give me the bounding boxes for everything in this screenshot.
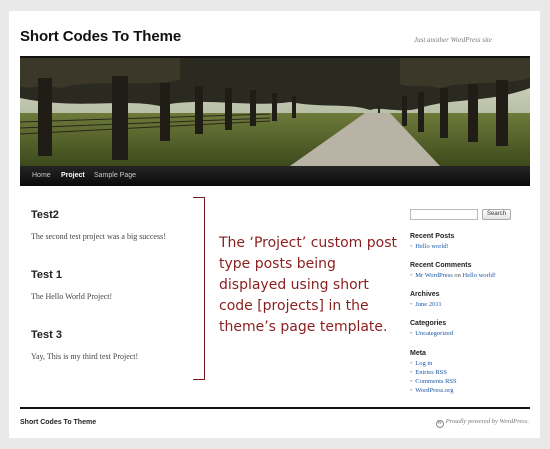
nav-item-project[interactable]: Project: [61, 172, 85, 179]
widget-title-meta: Meta: [410, 350, 426, 357]
comment-post-link[interactable]: Hello world!: [463, 272, 496, 279]
callout-bracket: [193, 197, 205, 380]
meta-link-comments-rss[interactable]: Comments RSS: [415, 378, 456, 385]
post-body: The Hello World Project!: [31, 292, 113, 301]
comment-on-label: on: [454, 272, 461, 279]
category-link[interactable]: Uncategorized: [415, 330, 453, 337]
recent-post-item: • Hello world!: [410, 243, 449, 250]
post-test3: Test 3 Yay, This is my third test Projec…: [31, 329, 138, 361]
footer-site-title[interactable]: Short Codes To Theme: [20, 419, 96, 426]
site-tagline: Just another WordPress site: [414, 36, 492, 44]
meta-item: • Entries RSS: [410, 369, 447, 376]
callout-annotation: The ‘Project’ custom post type posts bei…: [219, 235, 397, 335]
widget-title-recent-posts: Recent Posts: [410, 233, 455, 240]
post-title[interactable]: Test2: [31, 209, 59, 221]
category-item: • Uncategorized: [410, 330, 454, 337]
post-test1: Test 1 The Hello World Project!: [31, 269, 112, 301]
recent-comment-item: • Mr WordPress on Hello world!: [410, 272, 496, 279]
widget-title-categories: Categories: [410, 320, 447, 327]
footer-rule: [20, 407, 530, 409]
post-body: The second test project was a big succes…: [31, 232, 166, 241]
widget-title-recent-comments: Recent Comments: [410, 262, 472, 269]
search-button[interactable]: Search: [482, 209, 511, 220]
footer-credit-link[interactable]: Proudly powered by WordPress.: [446, 418, 529, 425]
search-input[interactable]: [410, 209, 478, 220]
page: Short Codes To Theme Just another WordPr…: [9, 11, 540, 438]
meta-item: • WordPress.org: [410, 387, 454, 394]
meta-link-wordpress-org[interactable]: WordPress.org: [415, 387, 453, 394]
wordpress-icon: W: [435, 420, 444, 428]
archive-link[interactable]: June 2011: [415, 301, 441, 308]
meta-item: • Comments RSS: [410, 378, 457, 385]
meta-link-login[interactable]: Log in: [415, 360, 432, 367]
header-image: [20, 58, 530, 166]
widget-title-archives: Archives: [410, 291, 440, 298]
post-title[interactable]: Test 3: [31, 329, 62, 341]
post-title[interactable]: Test 1: [31, 269, 62, 281]
nav-item-sample-page[interactable]: Sample Page: [94, 172, 136, 179]
footer-credit: W Proudly powered by WordPress.: [435, 418, 529, 428]
recent-post-link[interactable]: Hello world!: [415, 243, 448, 250]
post-body: Yay, This is my third test Project!: [31, 352, 139, 361]
site-title[interactable]: Short Codes To Theme: [20, 28, 181, 45]
main-nav: Home Project Sample Page: [20, 166, 530, 186]
post-test2: Test2 The second test project was a big …: [31, 209, 166, 241]
meta-item: • Log in: [410, 360, 433, 367]
meta-link-entries-rss[interactable]: Entries RSS: [415, 369, 447, 376]
archive-item: • June 2011: [410, 301, 442, 308]
nav-item-home[interactable]: Home: [32, 172, 51, 179]
comment-author-link[interactable]: Mr WordPress: [415, 272, 452, 279]
